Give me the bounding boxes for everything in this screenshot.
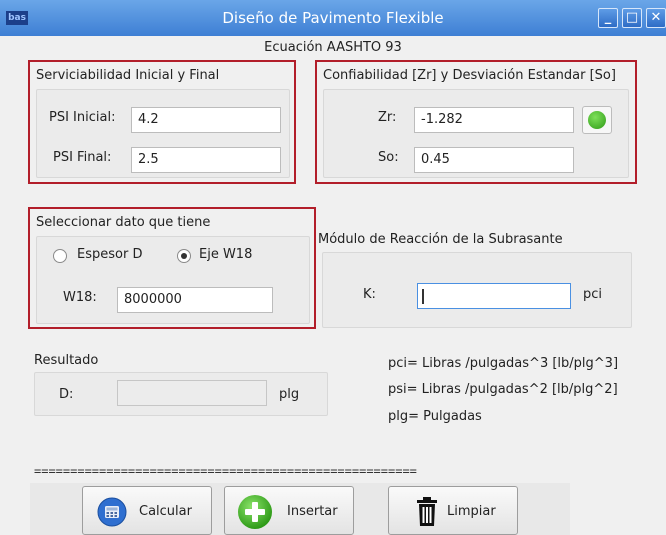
d-label: D:: [59, 387, 74, 402]
calculate-button[interactable]: Calcular: [82, 486, 212, 535]
psi-initial-label: PSI Inicial:: [49, 110, 116, 125]
calculate-button-label: Calcular: [139, 504, 192, 519]
subgrade-title: Módulo de Reacción de la Subrasante: [318, 232, 563, 247]
k-unit-label: pci: [583, 287, 603, 302]
legend-plg: plg= Pulgadas: [388, 409, 482, 424]
minimize-button[interactable]: _: [598, 8, 618, 28]
maximize-button[interactable]: □: [622, 8, 642, 28]
data-select-title: Seleccionar dato que tiene: [36, 215, 211, 230]
serviceability-title: Serviciabilidad Inicial y Final: [36, 68, 220, 83]
calculator-icon: [97, 497, 127, 527]
so-label: So:: [378, 150, 399, 165]
clear-button[interactable]: Limpiar: [388, 486, 518, 535]
serviceability-panel: PSI Inicial: 4.2 PSI Final: 2.5: [36, 89, 290, 178]
zr-input[interactable]: -1.282: [414, 107, 574, 133]
window-titlebar[interactable]: bas Diseño de Pavimento Flexible _ □ ✕: [0, 0, 666, 36]
reliability-title: Confiabilidad [Zr] y Desviación Estandar…: [323, 68, 616, 83]
d-unit-label: plg: [279, 387, 300, 402]
legend-psi: psi= Libras /pulgadas^2 [lb/plg^2]: [388, 382, 618, 397]
result-title: Resultado: [34, 353, 99, 368]
separator-line: ========================================…: [34, 464, 417, 478]
serviceability-group: Serviciabilidad Inicial y Final PSI Inic…: [28, 60, 296, 184]
psi-final-label: PSI Final:: [53, 150, 112, 165]
data-select-group: Seleccionar dato que tiene Espesor D Eje…: [28, 207, 316, 329]
result-panel: D: plg: [34, 372, 328, 416]
psi-final-input[interactable]: 2.5: [131, 147, 281, 173]
axle-option-label[interactable]: Eje W18: [199, 247, 252, 262]
psi-initial-input[interactable]: 4.2: [131, 107, 281, 133]
so-input[interactable]: 0.45: [414, 147, 574, 173]
w18-label: W18:: [63, 290, 97, 305]
page-subtitle: Ecuación AASHTO 93: [264, 40, 402, 55]
w18-input[interactable]: 8000000: [117, 287, 273, 313]
plus-icon: [588, 111, 606, 129]
axle-radio[interactable]: [177, 249, 191, 263]
thickness-radio[interactable]: [53, 249, 67, 263]
k-input[interactable]: [417, 283, 571, 309]
clear-button-label: Limpiar: [447, 504, 496, 519]
window-title: Diseño de Pavimento Flexible: [222, 9, 444, 27]
data-select-panel: Espesor D Eje W18 W18: 8000000: [36, 236, 310, 324]
thickness-option-label[interactable]: Espesor D: [77, 247, 142, 262]
reliability-panel: Zr: -1.282 So: 0.45: [323, 89, 629, 178]
reliability-group: Confiabilidad [Zr] y Desviación Estandar…: [315, 60, 637, 184]
insert-button[interactable]: Insertar: [224, 486, 354, 535]
trash-icon: [417, 497, 437, 526]
subgrade-panel: K: pci: [322, 252, 632, 328]
add-zr-button[interactable]: [582, 106, 612, 134]
zr-label: Zr:: [378, 110, 397, 125]
plus-icon: [238, 495, 272, 529]
insert-button-label: Insertar: [287, 504, 338, 519]
d-output: [117, 380, 267, 406]
close-button[interactable]: ✕: [646, 8, 666, 28]
k-label: K:: [363, 287, 376, 302]
text-caret: [422, 289, 424, 304]
legend-pci: pci= Libras /pulgadas^3 [lb/plg^3]: [388, 356, 619, 371]
